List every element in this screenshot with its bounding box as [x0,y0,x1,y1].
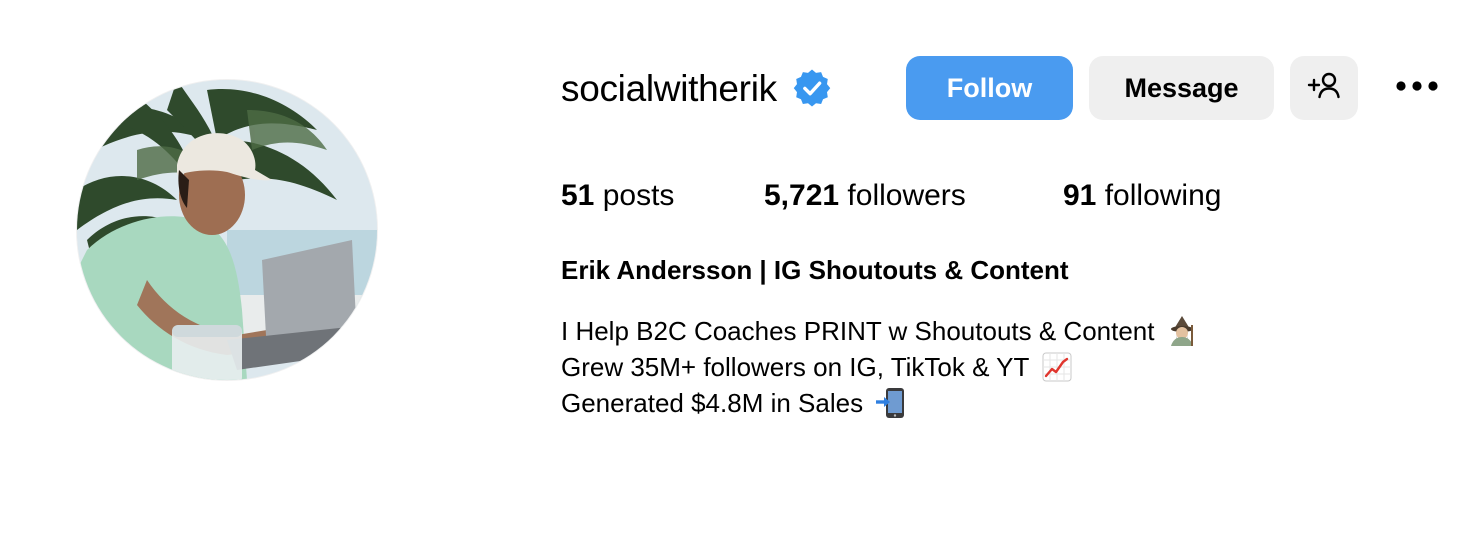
avatar-image [77,80,377,380]
chart-increasing-icon [1041,351,1073,383]
bio-line: I Help B2C Coaches PRINT w Shoutouts & C… [561,313,1198,349]
bio-line-text: I Help B2C Coaches PRINT w Shoutouts & C… [561,316,1155,346]
bio-line: Generated $4.8M in Sales [561,385,1198,421]
follow-button[interactable]: Follow [906,56,1073,120]
following-count: 91 [1063,179,1097,212]
bio-line-text: Generated $4.8M in Sales [561,388,864,418]
message-button[interactable]: Message [1089,56,1274,120]
following-label: following [1104,179,1222,212]
mobile-arrow-icon [875,387,907,419]
profile-header: socialwitherik [561,56,831,120]
posts-count: 51 [561,179,595,212]
following-stat[interactable]: 91 following [1063,176,1221,216]
username: socialwitherik [561,67,777,109]
more-options-button[interactable] [1390,70,1444,106]
add-person-icon [1307,71,1341,106]
mage-emoji-icon [1166,315,1198,347]
full-name: Erik Andersson | IG Shoutouts & Content [561,255,1069,285]
profile-page: socialwitherik Follow Message 51 posts 5… [0,0,1478,546]
verified-badge-icon [793,69,831,107]
followers-label: followers [847,179,966,212]
suggest-users-button[interactable] [1290,56,1358,120]
followers-stat[interactable]: 5,721 followers [764,176,966,216]
more-options-icon [1395,79,1439,97]
bio-line-text: Grew 35M+ followers on IG, TikTok & YT [561,352,1030,382]
followers-count: 5,721 [764,179,840,212]
posts-label: posts [602,179,675,212]
bio: I Help B2C Coaches PRINT w Shoutouts & C… [561,313,1198,421]
bio-line: Grew 35M+ followers on IG, TikTok & YT [561,349,1198,385]
avatar[interactable] [77,80,377,380]
posts-stat: 51 posts [561,176,674,216]
